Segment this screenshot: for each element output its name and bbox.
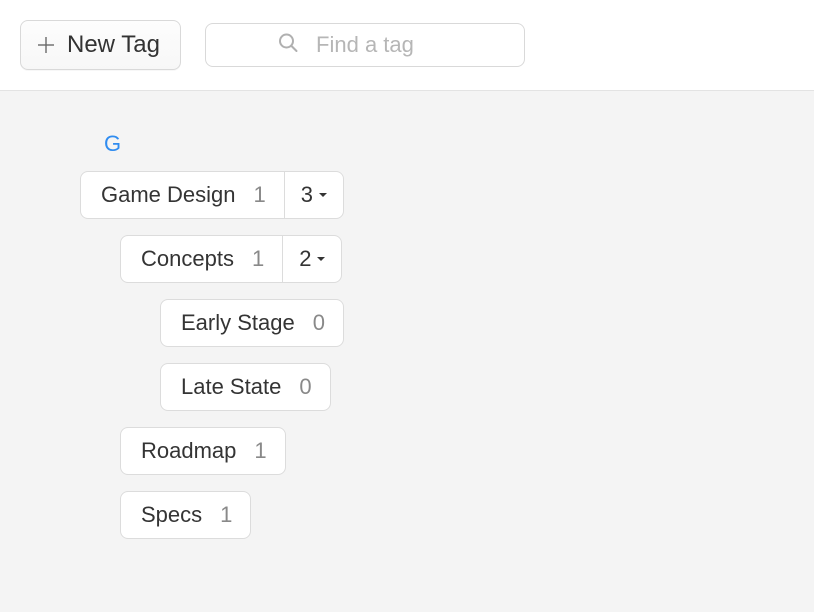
tag-row: Roadmap 1 (120, 427, 814, 475)
search-wrap (205, 23, 525, 67)
tag-children-count: 3 (301, 182, 313, 208)
tag-count: 1 (252, 246, 264, 272)
tag-main[interactable]: Roadmap 1 (121, 428, 285, 474)
tag-list: G Game Design 1 3 Concepts 1 2 (0, 91, 814, 539)
tag-row: Late State 0 (160, 363, 814, 411)
chevron-down-icon (315, 253, 327, 265)
tag-label: Specs (141, 502, 202, 528)
tag-label: Late State (181, 374, 281, 400)
plus-icon (35, 34, 57, 56)
new-tag-label: New Tag (67, 31, 160, 59)
tag-children-toggle[interactable]: 3 (284, 172, 343, 218)
tag-item-late-state: Late State 0 (160, 363, 331, 411)
search-input[interactable] (205, 23, 525, 67)
tag-count: 1 (254, 182, 266, 208)
tag-row: Game Design 1 3 (80, 171, 814, 219)
tag-row: Early Stage 0 (160, 299, 814, 347)
tag-row: Specs 1 (120, 491, 814, 539)
toolbar: New Tag (0, 0, 814, 91)
tag-main[interactable]: Game Design 1 (81, 172, 284, 218)
section-letter: G (104, 131, 814, 157)
chevron-down-icon (317, 189, 329, 201)
tag-children-toggle[interactable]: 2 (282, 236, 341, 282)
tag-main[interactable]: Specs 1 (121, 492, 250, 538)
tag-main[interactable]: Concepts 1 (121, 236, 282, 282)
tag-main[interactable]: Early Stage 0 (161, 300, 343, 346)
tag-label: Roadmap (141, 438, 236, 464)
tag-item-specs: Specs 1 (120, 491, 251, 539)
tag-label: Game Design (101, 182, 236, 208)
tag-count: 1 (220, 502, 232, 528)
tag-count: 0 (313, 310, 325, 336)
tag-item-early-stage: Early Stage 0 (160, 299, 344, 347)
tag-count: 1 (254, 438, 266, 464)
new-tag-button[interactable]: New Tag (20, 20, 181, 70)
tag-item-roadmap: Roadmap 1 (120, 427, 286, 475)
tag-children-count: 2 (299, 246, 311, 272)
tag-row: Concepts 1 2 (120, 235, 814, 283)
tag-count: 0 (299, 374, 311, 400)
tag-label: Concepts (141, 246, 234, 272)
tag-main[interactable]: Late State 0 (161, 364, 330, 410)
tag-label: Early Stage (181, 310, 295, 336)
tag-item-game-design: Game Design 1 3 (80, 171, 344, 219)
tag-item-concepts: Concepts 1 2 (120, 235, 342, 283)
